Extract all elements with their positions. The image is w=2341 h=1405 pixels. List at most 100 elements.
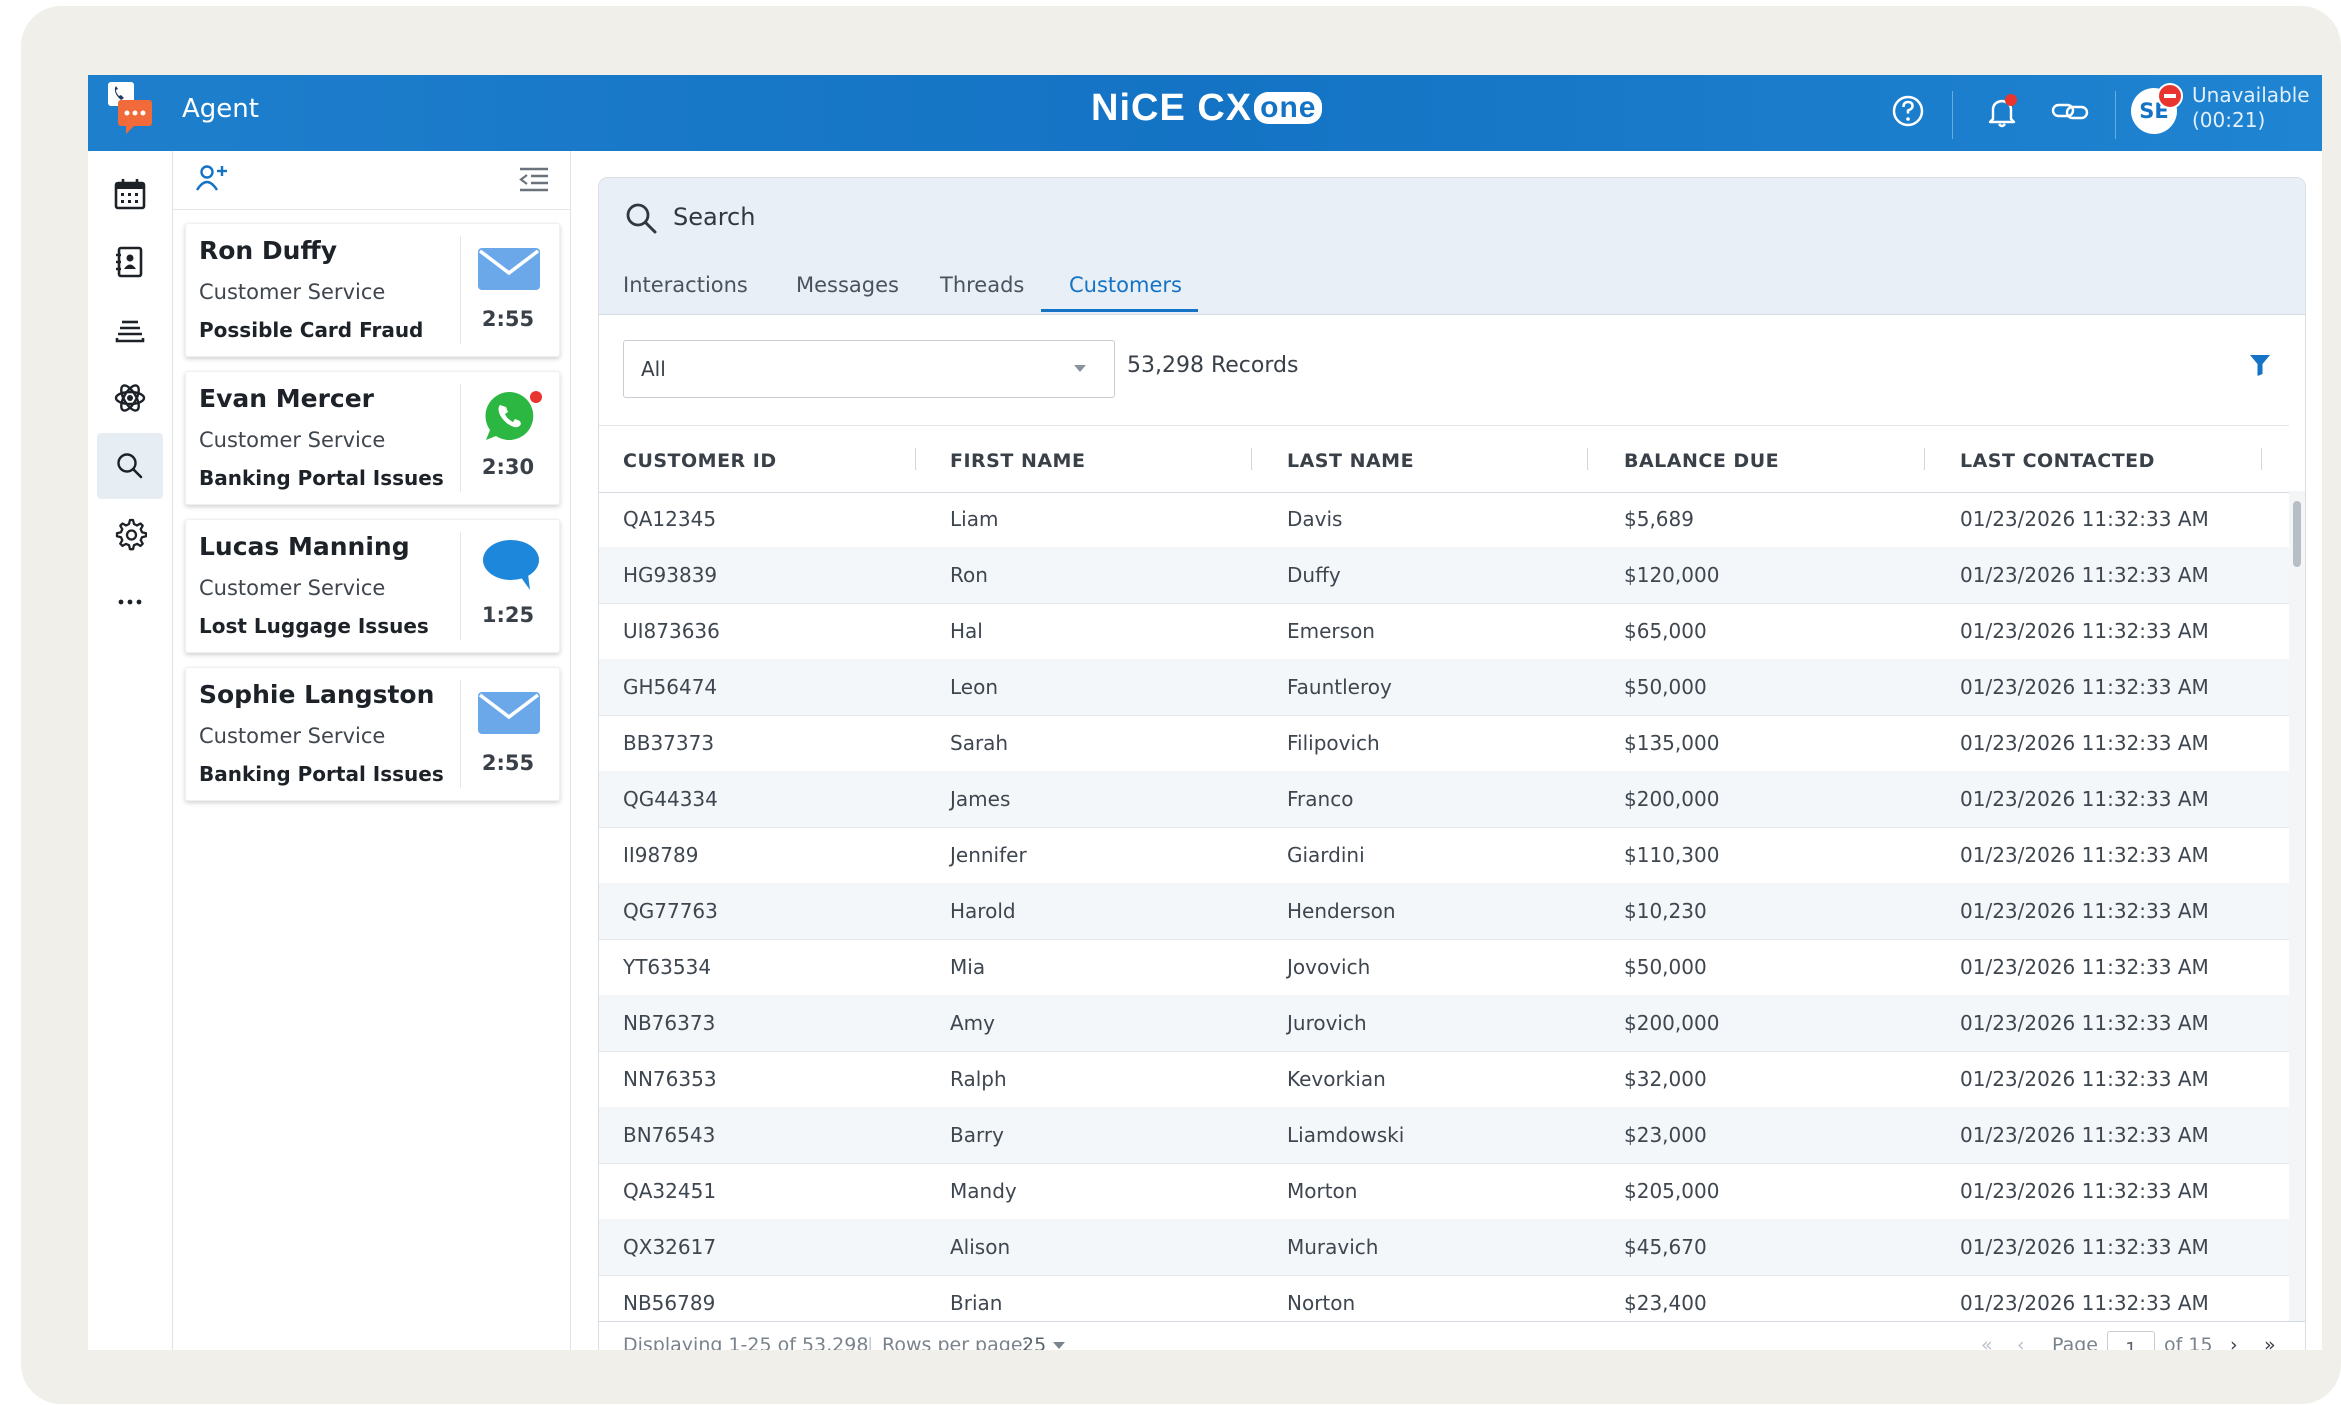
search-input[interactable]: Search [673,203,755,231]
cell-balance-due: $135,000 [1624,731,1720,755]
nav-contacts[interactable] [97,229,163,295]
cell-first-name: James [950,787,1011,811]
link-icon[interactable] [2050,91,2090,131]
card-divider [460,532,461,640]
scrollbar-thumb[interactable] [2293,501,2301,567]
agent-app: Agent NiCE CXone SE Unavailable (00:21) [88,75,2322,1350]
column-header-last-name[interactable]: LAST NAME [1287,450,1414,472]
chevron-down-icon[interactable] [1053,1342,1065,1349]
contact-queue: Customer Service [199,428,386,452]
table-row[interactable]: YT63534 Mia Jovovich $50,000 01/23/2026 … [599,939,2289,996]
contact-topic: Banking Portal Issues [199,466,444,490]
column-header-last-contacted[interactable]: LAST CONTACTED [1960,450,2155,472]
whatsapp-icon [485,391,542,440]
table-scrollbar[interactable] [2289,491,2305,1321]
table-row[interactable]: NB56789 Brian Norton $23,400 01/23/2026 … [599,1275,2289,1321]
column-resizer[interactable] [1587,448,1588,470]
table-row[interactable]: NB76373 Amy Jurovich $200,000 01/23/2026… [599,995,2289,1052]
nav-calendar[interactable] [97,161,163,227]
tab-customers[interactable]: Customers [1069,273,1182,297]
cell-first-name: Ron [950,563,988,587]
search-icon [117,453,143,479]
topbar-divider [1952,91,1953,139]
first-page-button[interactable]: « [1981,1334,1993,1350]
contact-card[interactable]: Lucas Manning Customer Service Lost Lugg… [185,519,560,653]
address-book-icon [116,246,143,278]
tab-interactions[interactable]: Interactions [623,273,748,297]
cell-customer-id: QX32617 [623,1235,717,1259]
table-row[interactable]: QG44334 James Franco $200,000 01/23/2026… [599,771,2289,828]
cell-last-contacted: 01/23/2026 11:32:33 AM [1960,1291,2209,1315]
page-number-input[interactable]: 1 [2107,1331,2155,1350]
table-row[interactable]: BN76543 Barry Liamdowski $23,000 01/23/2… [599,1107,2289,1164]
table-row[interactable]: QG77763 Harold Henderson $10,230 01/23/2… [599,883,2289,940]
nav-search[interactable] [97,433,163,499]
contacts-toolbar [173,151,570,210]
cell-first-name: Ralph [950,1067,1007,1091]
cell-balance-due: $5,689 [1624,507,1694,531]
agent-status[interactable]: Unavailable (00:21) [2192,83,2310,133]
cell-first-name: Brian [950,1291,1003,1315]
cell-balance-due: $200,000 [1624,1011,1720,1035]
displaying-range: Displaying 1-25 of 53,298 [623,1334,869,1350]
cell-last-name: Davis [1287,507,1343,531]
total-pages: of 15 [2164,1334,2213,1350]
rows-per-page-label: Rows per page: [882,1334,1029,1350]
add-contact-icon[interactable] [195,163,229,195]
tab-threads[interactable]: Threads [940,273,1024,297]
cell-last-contacted: 01/23/2026 11:32:33 AM [1960,955,2209,979]
contact-card[interactable]: Sophie Langston Customer Service Banking… [185,667,560,801]
filter-funnel-icon[interactable] [2248,352,2272,378]
search-icon[interactable] [623,200,659,236]
table-body: QA12345 Liam Davis $5,689 01/23/2026 11:… [599,491,2289,1321]
table-row[interactable]: GH56474 Leon Fauntleroy $50,000 01/23/20… [599,659,2289,716]
gear-icon [115,518,147,551]
table-row[interactable]: QA12345 Liam Davis $5,689 01/23/2026 11:… [599,491,2289,548]
cell-customer-id: QA32451 [623,1179,717,1203]
cell-first-name: Harold [950,899,1016,923]
cell-balance-due: $32,000 [1624,1067,1707,1091]
table-row[interactable]: QX32617 Alison Muravich $45,670 01/23/20… [599,1219,2289,1276]
last-page-button[interactable]: » [2264,1334,2276,1350]
table-row[interactable]: NN76353 Ralph Kevorkian $32,000 01/23/20… [599,1051,2289,1108]
column-resizer[interactable] [1924,448,1925,470]
table-row[interactable]: HG93839 Ron Duffy $120,000 01/23/2026 11… [599,547,2289,604]
nav-queue[interactable] [97,297,163,363]
column-resizer[interactable] [915,448,916,470]
column-header-first-name[interactable]: FIRST NAME [950,450,1085,472]
column-resizer[interactable] [1251,448,1252,470]
table-row[interactable]: BB37373 Sarah Filipovich $135,000 01/23/… [599,715,2289,772]
cell-last-contacted: 01/23/2026 11:32:33 AM [1960,619,2209,643]
tab-messages[interactable]: Messages [796,273,899,297]
cell-last-name: Duffy [1287,563,1341,587]
table-row[interactable]: II98789 Jennifer Giardini $110,300 01/23… [599,827,2289,884]
collapse-panel-icon[interactable] [517,165,551,193]
table-row[interactable]: UI873636 Hal Emerson $65,000 01/23/2026 … [599,603,2289,660]
filter-dropdown[interactable]: All [623,340,1115,398]
cell-customer-id: NN76353 [623,1067,717,1091]
nav-more[interactable] [97,569,163,635]
contacts-panel: Ron Duffy Customer Service Possible Card… [173,151,571,1350]
next-page-button[interactable]: › [2230,1334,2238,1350]
nav-settings[interactable] [97,501,163,567]
column-header-balance-due[interactable]: BALANCE DUE [1624,450,1779,472]
help-icon[interactable] [1888,91,1928,131]
table-row[interactable]: QA32451 Mandy Morton $205,000 01/23/2026… [599,1163,2289,1220]
cell-first-name: Amy [950,1011,995,1035]
nav-ai-copilot[interactable] [97,365,163,431]
cell-last-name: Jovovich [1287,955,1371,979]
contact-card[interactable]: Evan Mercer Customer Service Banking Por… [185,371,560,505]
contact-card[interactable]: Ron Duffy Customer Service Possible Card… [185,223,560,357]
more-dots-icon [118,599,142,605]
filter-dropdown-value: All [641,357,666,381]
card-divider [460,384,461,492]
cell-balance-due: $50,000 [1624,955,1707,979]
notifications-bell-icon[interactable] [1982,91,2022,131]
previous-page-button[interactable]: ‹ [2017,1334,2025,1350]
column-header-customer-id[interactable]: CUSTOMER ID [623,450,777,472]
cell-last-name: Giardini [1287,843,1365,867]
column-resizer[interactable] [2261,448,2262,470]
rows-per-page-select[interactable]: 25 [1022,1334,1046,1350]
cell-first-name: Sarah [950,731,1009,755]
cell-last-contacted: 01/23/2026 11:32:33 AM [1960,563,2209,587]
